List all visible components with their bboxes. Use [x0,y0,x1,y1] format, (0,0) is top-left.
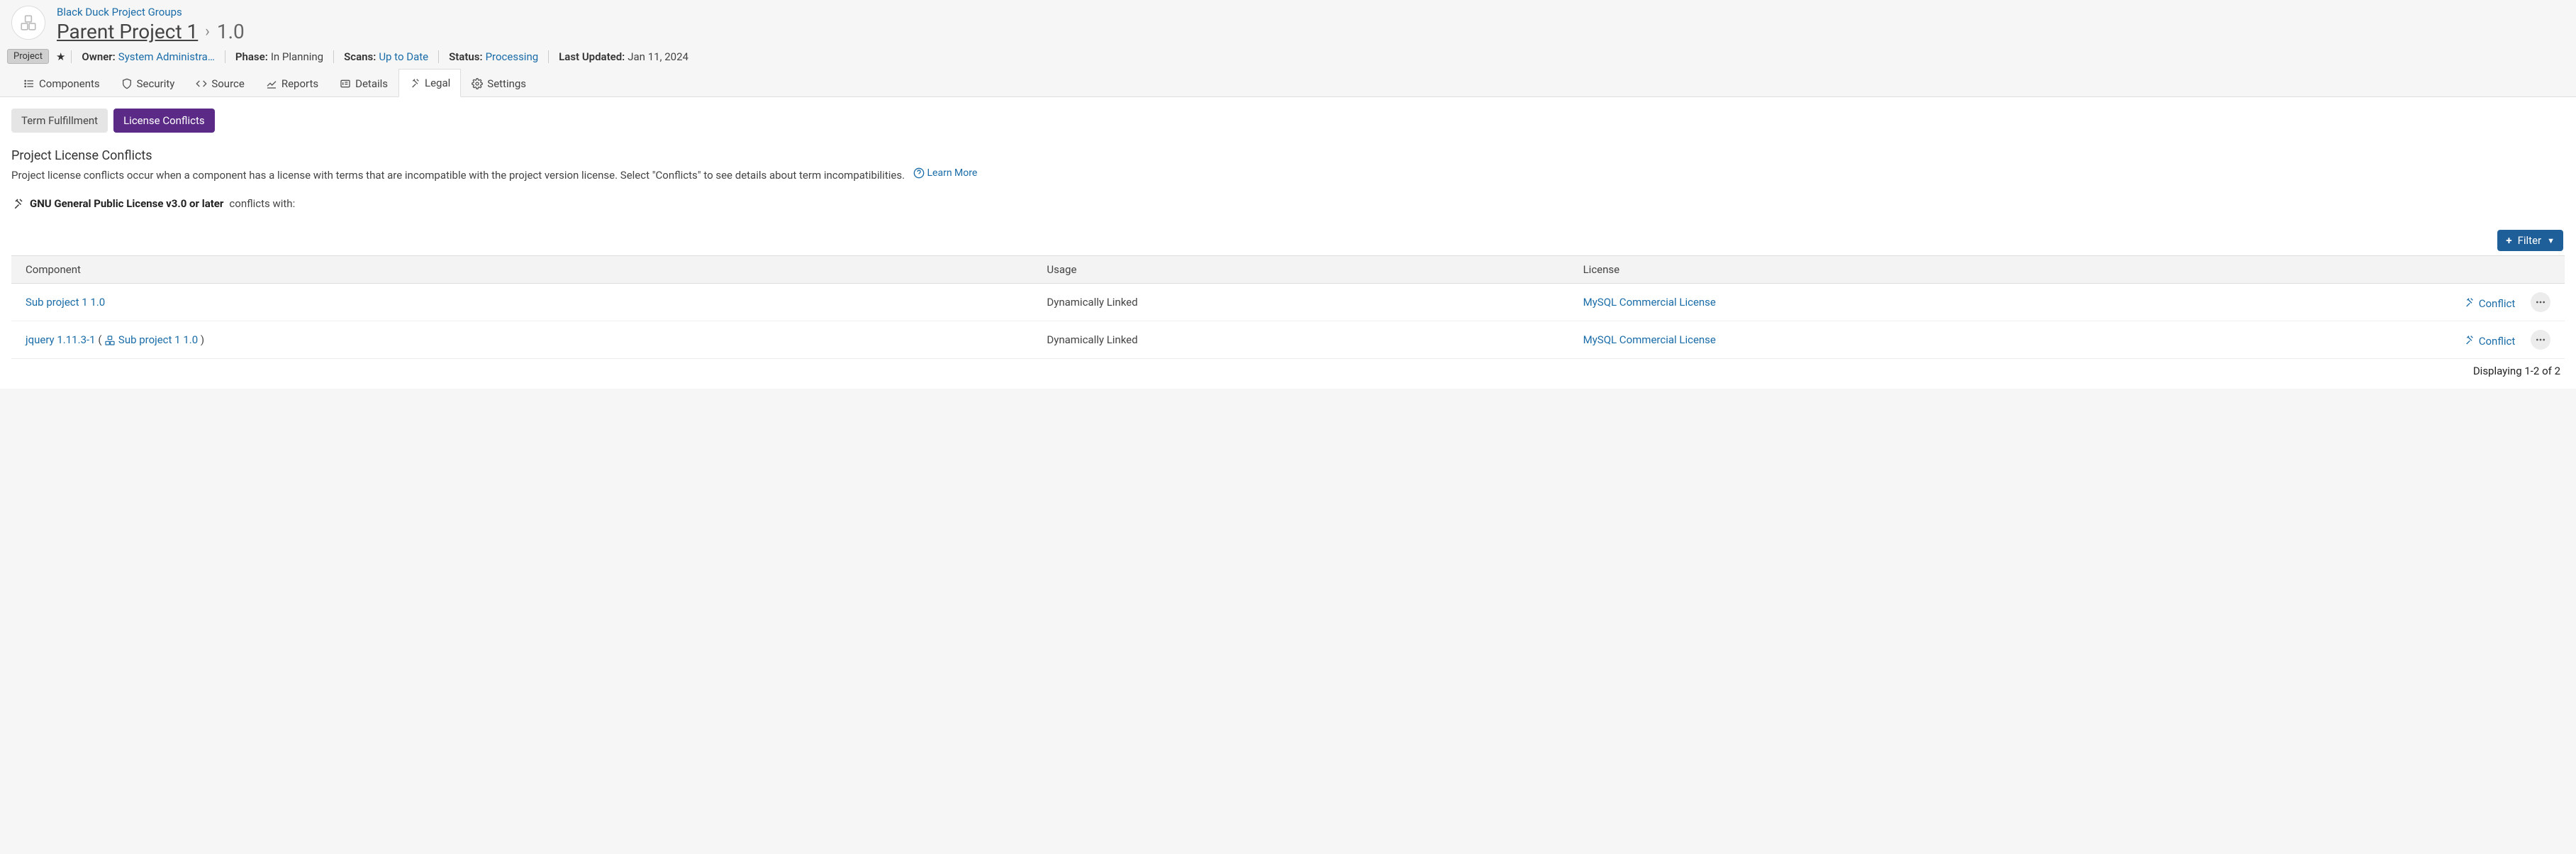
paren-open: ( [98,333,104,346]
code-icon [196,78,207,89]
tab-label: Legal [425,77,450,89]
conflict-suffix: conflicts with: [229,197,295,210]
tab-legal[interactable]: Legal [398,69,461,97]
more-actions-button[interactable] [2531,292,2550,312]
gear-icon [472,78,483,89]
updated-value: Jan 11, 2024 [628,50,688,63]
scans-label: Scans: [344,50,376,63]
help-icon [913,167,925,179]
plus-icon: + [2506,234,2511,247]
updated-label: Last Updated: [559,50,625,63]
breadcrumb-link[interactable]: Black Duck Project Groups [57,6,245,18]
tab-bar: Components Security Source Reports Detai… [0,68,2576,97]
conflict-link[interactable]: Conflict [2463,296,2516,311]
phase-label: Phase: [235,50,268,63]
col-component: Component [11,256,1032,284]
pill-term-fulfillment[interactable]: Term Fulfillment [11,109,108,133]
owner-label: Owner: [82,50,115,63]
gavel-icon [2463,296,2475,311]
col-license: License [1569,256,2258,284]
tab-reports[interactable]: Reports [255,70,329,97]
list-icon [23,78,35,89]
col-usage: Usage [1032,256,1568,284]
status-label: Status: [449,50,482,63]
phase-value: In Planning [271,50,323,63]
section-description: Project license conflicts occur when a c… [11,169,905,182]
subproject-link[interactable]: Sub project 1 1.0 [118,333,198,346]
usage-cell: Dynamically Linked [1032,284,1568,321]
star-icon[interactable]: ★ [56,50,65,63]
more-actions-button[interactable] [2531,330,2550,350]
project-version: 1.0 [217,20,245,43]
table-row: Sub project 1 1.0 Dynamically Linked MyS… [11,284,2565,321]
status-value[interactable]: Processing [486,50,539,63]
component-link[interactable]: Sub project 1 1.0 [26,296,105,309]
license-link[interactable]: MySQL Commercial License [1583,296,1716,309]
learn-more-label: Learn More [927,167,978,179]
conflict-label: Conflict [2479,297,2516,310]
conflicts-table: Component Usage License Sub project 1 1.… [11,255,2565,359]
project-title[interactable]: Parent Project 1 [57,20,198,43]
filter-label: Filter [2518,234,2542,247]
filter-button[interactable]: + Filter ▼ [2497,230,2563,251]
tab-label: Source [211,77,244,90]
section-title: Project License Conflicts [11,148,2565,163]
usage-cell: Dynamically Linked [1032,321,1568,359]
col-actions [2258,256,2565,284]
tab-source[interactable]: Source [185,70,255,97]
tab-components[interactable]: Components [13,70,111,97]
paren-close: ) [201,333,204,346]
tab-label: Security [137,77,175,90]
caret-down-icon: ▼ [2547,236,2555,245]
learn-more-link[interactable]: Learn More [913,167,978,179]
conflict-link[interactable]: Conflict [2463,334,2516,348]
shield-icon [121,78,133,89]
gavel-icon [409,77,420,89]
gavel-icon [2463,334,2475,348]
tab-security[interactable]: Security [111,70,186,97]
component-link[interactable]: jquery 1.11.3-1 [26,333,96,346]
gavel-icon [11,197,24,210]
tab-label: Components [39,77,100,90]
subproject-icon [104,335,116,346]
license-link[interactable]: MySQL Commercial License [1583,333,1716,346]
tab-label: Details [355,77,388,90]
tab-label: Reports [281,77,318,90]
id-icon [340,78,351,89]
chart-icon [266,78,277,89]
conflict-license-name: GNU General Public License v3.0 or later [30,197,223,210]
owner-value[interactable]: System Administra… [118,50,215,63]
result-count: Displaying 1-2 of 2 [11,359,2565,377]
pill-license-conflicts[interactable]: License Conflicts [113,109,215,133]
scans-value[interactable]: Up to Date [379,50,428,63]
tab-details[interactable]: Details [329,70,398,97]
chevron-right-icon: › [205,23,210,40]
table-row: jquery 1.11.3-1 ( Sub project 1 1.0 ) Dy… [11,321,2565,359]
tab-label: Settings [487,77,526,90]
tab-settings[interactable]: Settings [461,70,537,97]
project-badge: Project [7,49,49,64]
conflict-label: Conflict [2479,335,2516,348]
logo-icon [11,6,45,40]
